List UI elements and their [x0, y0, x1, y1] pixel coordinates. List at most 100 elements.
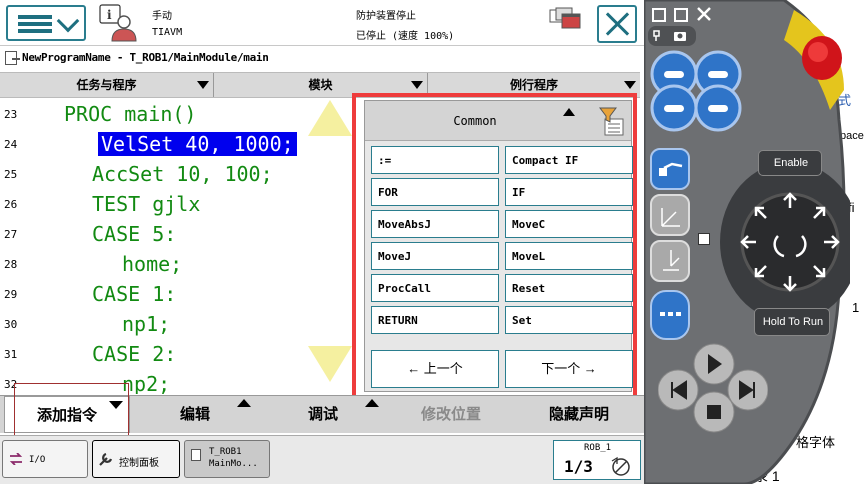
guard-status: 防护装置停止 — [356, 11, 416, 22]
joystick[interactable] — [700, 160, 850, 330]
restore-icon[interactable] — [674, 8, 688, 22]
code-line[interactable]: np2; — [122, 372, 170, 394]
taskbar-io[interactable]: I/O — [2, 440, 88, 478]
previous-page-button[interactable]: ← 上一个 — [371, 350, 499, 388]
line-number: 24 — [4, 138, 18, 151]
code-line[interactable]: np1; — [122, 312, 170, 336]
minimize-icon[interactable] — [652, 8, 666, 22]
run-status: 已停止 (速度 100%) — [356, 31, 455, 42]
linear-motion-icon — [661, 208, 680, 227]
tab-label: 例行程序 — [509, 78, 558, 92]
add-instruction-label: 添加指令 — [36, 407, 97, 424]
program-icon — [191, 449, 201, 461]
code-line[interactable]: AccSet 10, 100; — [92, 162, 273, 186]
taskbar-program-label-1: T_ROB1 — [209, 447, 242, 457]
stop-button[interactable] — [694, 392, 734, 432]
program-icon — [5, 51, 20, 65]
taskbar-program-editor[interactable]: T_ROB1 MainMo... — [184, 440, 270, 478]
line-number: 25 — [4, 168, 18, 181]
modify-position-label: 修改位置 — [420, 406, 481, 423]
code-line[interactable]: TEST gjlx — [92, 192, 200, 216]
instruction-assign-button[interactable]: := — [371, 146, 499, 174]
instruction-picker: Common := Compact IF FOR IF MoveAbsJ Mov… — [364, 100, 633, 392]
axis-1-3-icon — [663, 250, 680, 271]
scroll-down-arrow[interactable] — [308, 346, 352, 382]
quickset-button[interactable]: ROB_1 1/3 — [553, 440, 641, 480]
start-button[interactable] — [694, 344, 734, 384]
instruction-for-button[interactable]: FOR — [371, 178, 499, 206]
taskbar-program-label-2: MainMo... — [209, 459, 258, 469]
hold-to-run-label: Hold To Run — [762, 316, 824, 328]
chevron-down-icon — [56, 9, 80, 33]
breadcrumb: NewProgramName - T_ROB1/MainModule/main — [0, 47, 644, 69]
line-number: 23 — [4, 108, 18, 121]
menu-icon — [18, 15, 52, 19]
instruction-compact-if-button[interactable]: Compact IF — [505, 146, 633, 174]
instruction-return-button[interactable]: RETURN — [371, 306, 499, 334]
pin-camera-icon[interactable] — [650, 28, 690, 44]
operating-mode: 手动 — [152, 11, 172, 22]
edit-button[interactable]: 编辑 — [132, 396, 258, 433]
chevron-up-icon — [365, 399, 379, 407]
instruction-movej-button[interactable]: MoveJ — [371, 242, 499, 270]
tab-routines[interactable]: 例行程序 — [428, 73, 640, 97]
line-number: 31 — [4, 348, 18, 361]
taskbar-control-panel[interactable]: 控制面板 — [92, 440, 180, 478]
flexpendant-screen: i 手动 TIAVM 防护装置停止 已停止 (速度 100%) NewProgr… — [0, 0, 644, 484]
instruction-movel-button[interactable]: MoveL — [505, 242, 633, 270]
tab-tasks-and-programs[interactable]: 任务与程序 — [0, 73, 214, 97]
close-icon[interactable] — [696, 6, 712, 22]
chevron-down-icon — [197, 81, 209, 89]
top-status-bar: i 手动 TIAVM 防护装置停止 已停止 (速度 100%) — [0, 0, 644, 46]
code-line[interactable]: home; — [122, 252, 182, 276]
pendant-hardware: Enable Hold To Run — [644, 0, 864, 484]
code-editor[interactable]: 23 PROC main() 24 VelSet 40, 1000; 25 Ac… — [0, 98, 352, 394]
filter-icon[interactable] — [599, 107, 625, 137]
program-path: NewProgramName - T_ROB1/MainModule/main — [22, 51, 269, 64]
code-line[interactable]: PROC main() — [64, 102, 196, 126]
instruction-category: Common — [453, 114, 497, 128]
instruction-proccall-button[interactable]: ProcCall — [371, 274, 499, 302]
code-line[interactable]: CASE 2: — [92, 342, 176, 366]
svg-text:i: i — [107, 8, 112, 22]
step-forward-button[interactable] — [730, 370, 770, 410]
next-page-button[interactable]: 下一个 → — [505, 350, 633, 388]
close-button[interactable] — [597, 5, 637, 43]
command-bar: 添加指令 编辑 调试 修改位置 隐藏声明 — [0, 395, 644, 433]
instruction-set-button[interactable]: Set — [505, 306, 633, 334]
scroll-up-arrow[interactable] — [308, 100, 352, 136]
stylus-holder — [698, 233, 710, 245]
operator-icon[interactable]: i — [98, 4, 140, 42]
enable-label: Enable — [773, 157, 809, 169]
code-line[interactable]: CASE 5: — [92, 222, 176, 246]
line-number: 30 — [4, 318, 18, 331]
mechanical-unit: ROB_1 — [584, 443, 612, 453]
chevron-down-icon — [624, 81, 636, 89]
modify-position-button[interactable]: 修改位置 — [388, 396, 514, 433]
instruction-moveabsj-button[interactable]: MoveAbsJ — [371, 210, 499, 238]
windows-icon[interactable] — [548, 6, 582, 32]
taskbar-io-label: I/O — [29, 455, 46, 465]
tab-modules[interactable]: 模块 — [214, 73, 428, 97]
enable-button[interactable]: Enable — [758, 150, 822, 176]
edit-label: 编辑 — [179, 406, 210, 423]
add-instruction-button[interactable]: 添加指令 — [4, 396, 130, 433]
debug-button[interactable]: 调试 — [260, 396, 386, 433]
instruction-reset-button[interactable]: Reset — [505, 274, 633, 302]
abb-menu-button[interactable] — [6, 5, 86, 41]
instruction-movec-button[interactable]: MoveC — [505, 210, 633, 238]
robot-icon — [659, 162, 683, 176]
hold-to-run-button[interactable]: Hold To Run — [754, 308, 830, 336]
code-line-selected[interactable]: VelSet 40, 1000; — [98, 132, 297, 156]
line-number: 26 — [4, 198, 18, 211]
code-line[interactable]: CASE 1: — [92, 282, 176, 306]
line-number: 27 — [4, 228, 18, 241]
line-number: 32 — [4, 378, 18, 391]
chevron-down-icon — [109, 401, 123, 409]
chevron-up-icon[interactable] — [563, 108, 575, 116]
hide-declarations-button[interactable]: 隐藏声明 — [516, 396, 642, 433]
hide-declarations-label: 隐藏声明 — [548, 406, 609, 423]
chevron-up-icon — [237, 399, 251, 407]
instruction-category-header[interactable]: Common — [365, 101, 631, 141]
instruction-if-button[interactable]: IF — [505, 178, 633, 206]
